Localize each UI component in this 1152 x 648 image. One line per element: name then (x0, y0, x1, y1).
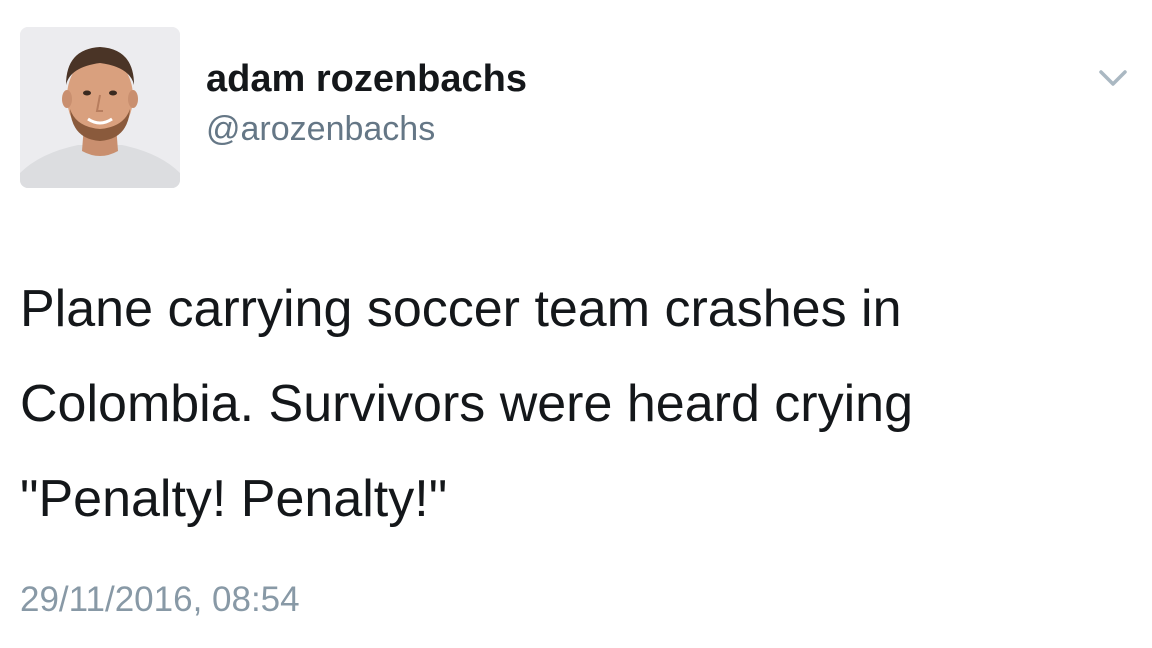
avatar[interactable] (20, 27, 180, 188)
tweet-text-line: Colombia. Survivors were heard crying (20, 375, 914, 433)
user-handle[interactable]: @arozenbachs (206, 108, 527, 150)
display-name[interactable]: adam rozenbachs (206, 56, 527, 102)
avatar-photo-icon (20, 27, 180, 188)
tweet-text: Plane carrying soccer team crashes in Co… (20, 262, 1130, 547)
tweet-text-line: Plane carrying soccer team crashes in (20, 280, 902, 338)
user-info: adam rozenbachs @arozenbachs (206, 56, 527, 150)
chevron-down-icon[interactable] (1096, 66, 1130, 90)
tweet-timestamp[interactable]: 29/11/2016, 08:54 (20, 578, 300, 622)
tweet-text-line: "Penalty! Penalty!" (20, 470, 448, 528)
tweet-card: adam rozenbachs @arozenbachs Plane carry… (0, 0, 1152, 648)
